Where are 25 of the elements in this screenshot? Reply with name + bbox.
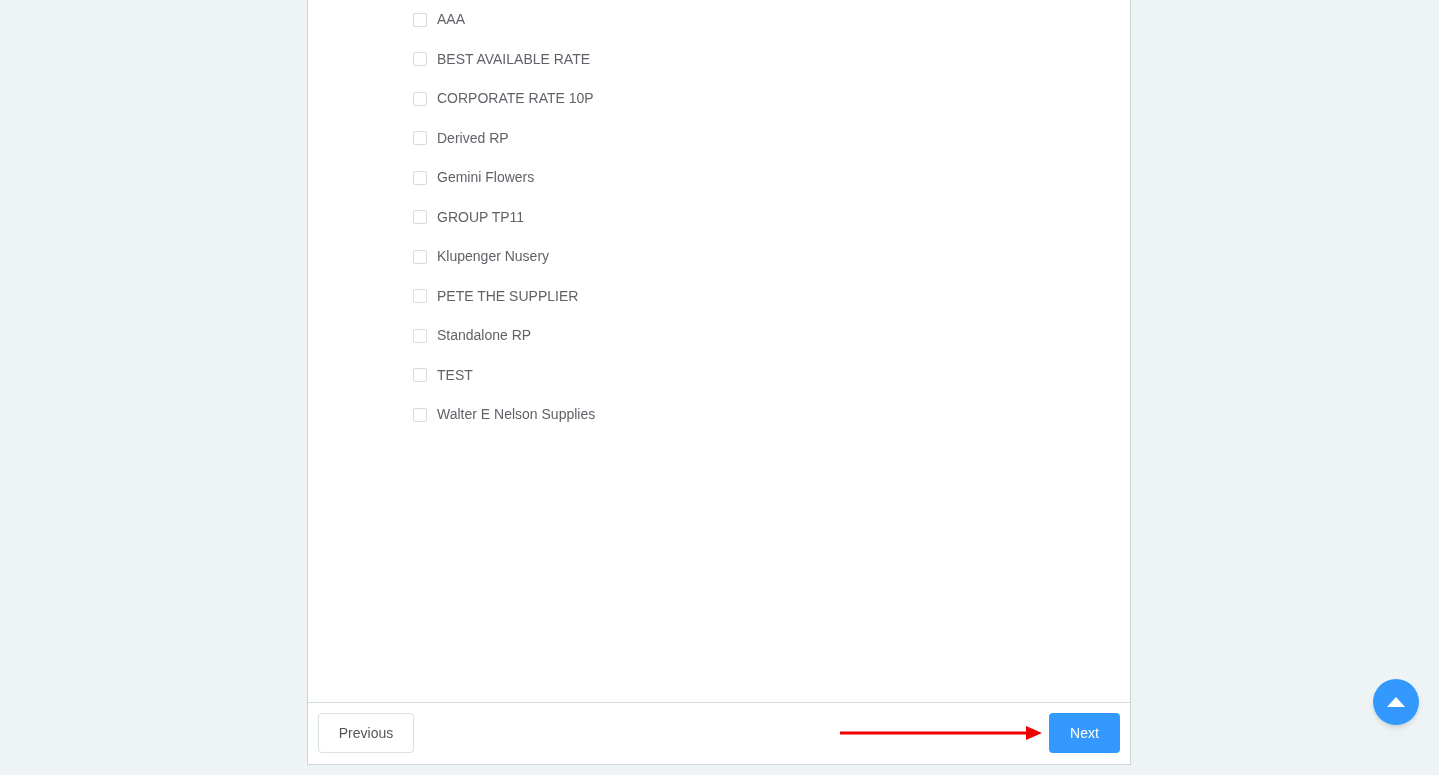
checkbox[interactable] (413, 289, 427, 304)
checkbox-label[interactable]: CORPORATE RATE 10P (437, 88, 594, 110)
previous-button[interactable]: Previous (318, 713, 414, 753)
scroll-to-top-button[interactable] (1373, 679, 1419, 725)
checkbox[interactable] (413, 170, 427, 185)
checkbox[interactable] (413, 52, 427, 67)
checkbox-label[interactable]: BEST AVAILABLE RATE (437, 48, 591, 70)
triangle-up-icon (1387, 697, 1405, 707)
checkbox[interactable] (413, 131, 427, 146)
checkbox[interactable] (413, 249, 427, 264)
checkbox-label[interactable]: Derived RP (437, 127, 509, 149)
checkbox[interactable] (413, 91, 427, 106)
checkbox-label[interactable]: PETE THE SUPPLIER (437, 285, 579, 307)
checkbox[interactable] (413, 368, 427, 383)
checkbox-label[interactable]: Gemini Flowers (437, 167, 535, 189)
checkbox-label[interactable]: AAA (437, 9, 465, 31)
checkbox[interactable] (413, 407, 427, 422)
checkbox-label[interactable]: GROUP TP11 (437, 206, 525, 228)
checkbox-label[interactable]: Klupenger Nusery (437, 246, 550, 268)
checkbox[interactable] (413, 328, 427, 343)
checkbox-label[interactable]: Standalone RP (437, 325, 532, 347)
checkbox[interactable] (413, 12, 427, 27)
checkbox[interactable] (413, 210, 427, 225)
checkbox-label[interactable]: Walter E Nelson Supplies (437, 404, 596, 426)
checkbox-label[interactable]: TEST (437, 364, 473, 386)
